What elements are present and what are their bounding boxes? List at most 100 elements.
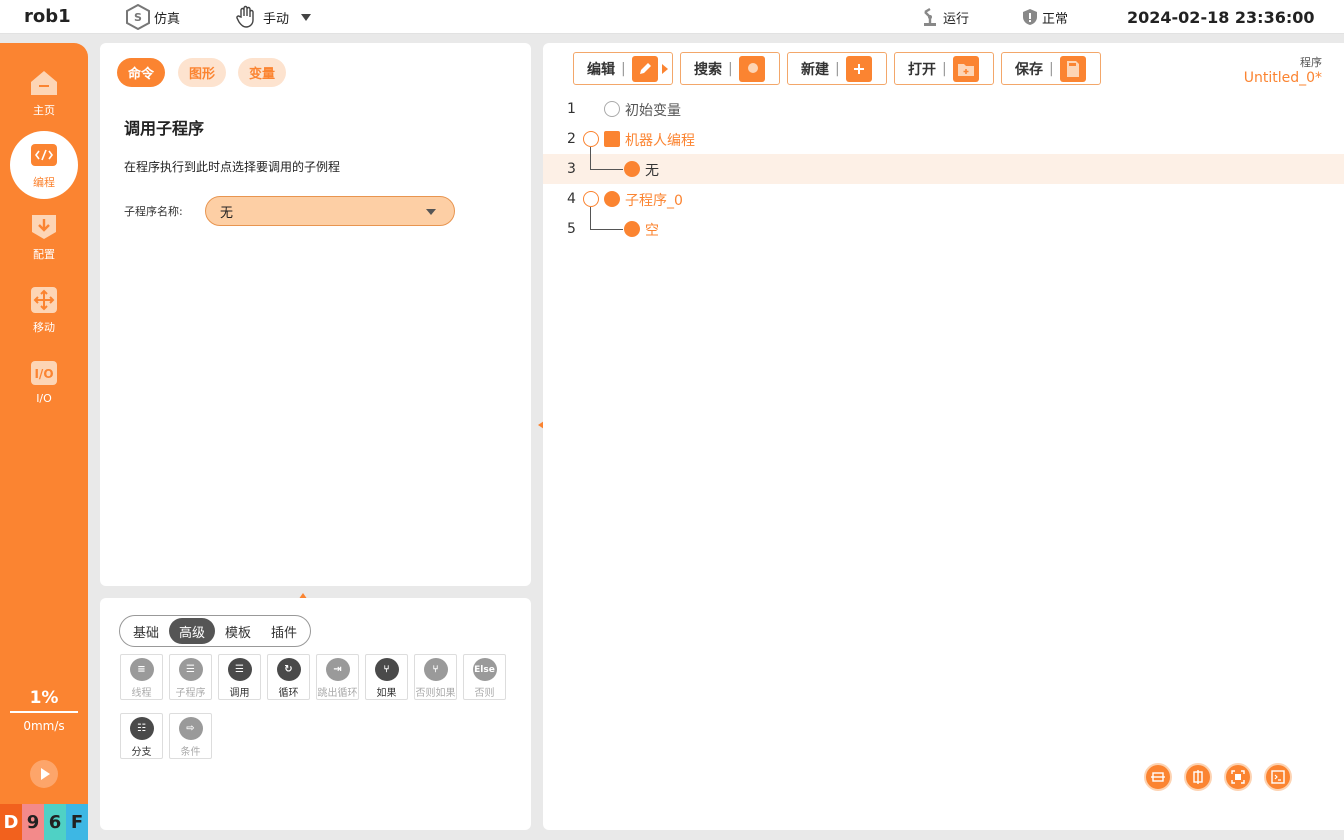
program-name: Untitled_0* xyxy=(1243,70,1322,86)
search-button[interactable]: 搜索 | xyxy=(680,52,780,85)
tool-label: 调用 xyxy=(229,688,250,699)
fullscreen-button[interactable] xyxy=(1224,763,1252,791)
segment-plugin[interactable]: 插件 xyxy=(261,618,307,644)
collapse-icon[interactable] xyxy=(583,191,599,207)
status-badge: 9 xyxy=(22,804,44,840)
edit-button[interactable]: 编辑 | xyxy=(573,52,673,85)
line-text: 机器人编程 xyxy=(625,133,695,149)
if-icon: ⑂ xyxy=(374,658,399,681)
chevron-down-icon xyxy=(426,209,436,215)
tool-label: 循环 xyxy=(278,688,299,699)
tool-else[interactable]: Else 否则 xyxy=(463,654,506,700)
sidebar-item-label: 配置 xyxy=(33,248,55,261)
status-badge: F xyxy=(66,804,88,840)
empty-node-icon xyxy=(624,221,640,237)
save-label: 保存 xyxy=(1015,61,1043,78)
tool-if[interactable]: ⑂ 如果 xyxy=(365,654,408,700)
status-badge: 6 xyxy=(44,804,66,840)
save-button[interactable]: 保存 | xyxy=(1001,52,1101,85)
break-loop-icon: ⇥ xyxy=(325,658,350,681)
console-button[interactable] xyxy=(1264,763,1292,791)
manual-mode-dropdown[interactable]: 手动 xyxy=(235,0,312,34)
tool-switch[interactable]: ☷ 分支 xyxy=(120,713,163,759)
sidebar-item-label: 编程 xyxy=(33,176,55,189)
tree-connector xyxy=(590,147,591,169)
sidebar-item-programming[interactable]: 编程 xyxy=(10,131,78,199)
play-button[interactable] xyxy=(30,760,58,788)
search-icon xyxy=(738,55,765,82)
sidebar-item-label: 主页 xyxy=(33,104,55,117)
line-number: 1 xyxy=(567,101,576,117)
tab-graphics[interactable]: 图形 xyxy=(178,58,227,87)
sidebar-item-move[interactable]: 移动 xyxy=(10,276,78,344)
terminal-icon xyxy=(1271,770,1285,784)
program-line[interactable]: 4 子程序_0 xyxy=(543,184,1344,214)
segment-basic[interactable]: 基础 xyxy=(123,618,169,644)
speed-mms: 0mm/s xyxy=(23,719,65,733)
subprogram-select[interactable]: 无 xyxy=(205,196,455,226)
call-icon: ☰ xyxy=(227,658,252,681)
tool-label: 条件 xyxy=(180,747,201,758)
new-button[interactable]: 新建 | xyxy=(787,52,887,85)
tool-call[interactable]: ☰ 调用 xyxy=(218,654,261,700)
line-text: 初始变量 xyxy=(625,103,681,119)
tree-connector xyxy=(590,229,623,230)
line-number: 4 xyxy=(567,191,576,207)
fullscreen-icon xyxy=(1231,770,1245,784)
tool-loop[interactable]: ↻ 循环 xyxy=(267,654,310,700)
new-label: 新建 xyxy=(801,61,829,78)
command-title: 调用子程序 xyxy=(124,119,205,138)
tool-label: 否则如果 xyxy=(415,688,456,699)
tool-case[interactable]: ⇨ 条件 xyxy=(169,713,212,759)
config-icon xyxy=(32,215,56,239)
home-icon xyxy=(31,71,57,95)
tab-command[interactable]: 命令 xyxy=(117,58,166,87)
program-line[interactable]: 3 无 xyxy=(543,154,1344,184)
variable-icon xyxy=(604,101,620,117)
line-number: 2 xyxy=(567,131,576,147)
status-badge: D xyxy=(0,804,22,840)
expand-tree-button[interactable] xyxy=(1144,763,1172,791)
tool-break-loop[interactable]: ⇥ 跳出循环 xyxy=(316,654,359,700)
code-icon xyxy=(31,144,57,166)
thread-icon: ≡ xyxy=(129,658,154,681)
svg-text:I/O: I/O xyxy=(34,367,53,381)
simulation-mode[interactable]: S 仿真 xyxy=(126,0,180,34)
folder-icon xyxy=(952,55,979,82)
play-small-icon xyxy=(661,63,668,74)
segment-advanced[interactable]: 高级 xyxy=(169,618,216,644)
tool-else-if[interactable]: ⑂ 否则如果 xyxy=(414,654,457,700)
chevron-down-icon xyxy=(301,13,312,21)
collapse-icon[interactable] xyxy=(583,131,599,147)
simulation-label: 仿真 xyxy=(154,11,181,27)
subprogram-name-label: 子程序名称: xyxy=(124,205,183,218)
sidebar-item-config[interactable]: 配置 xyxy=(10,203,78,271)
command-panel: 命令 图形 变量 调用子程序 在程序执行到此时点选择要调用的子例程 子程序名称:… xyxy=(100,43,531,586)
speed-percent: 1% xyxy=(29,688,59,708)
program-line[interactable]: 5 空 xyxy=(543,214,1344,244)
program-line[interactable]: 1 初始变量 xyxy=(543,94,1344,124)
tree-connector xyxy=(590,169,623,170)
plus-icon xyxy=(845,55,872,82)
collapse-tree-button[interactable] xyxy=(1184,763,1212,791)
tab-variables[interactable]: 变量 xyxy=(238,58,287,87)
shield-icon xyxy=(1023,9,1037,25)
loop-icon: ↻ xyxy=(276,658,301,681)
subprogram-icon: ☰ xyxy=(178,658,203,681)
sidebar-item-io[interactable]: I/O I/O xyxy=(10,347,78,415)
line-number: 3 xyxy=(567,161,576,177)
case-icon: ⇨ xyxy=(178,717,203,740)
tool-thread[interactable]: ≡ 线程 xyxy=(120,654,163,700)
datetime: 2024-02-18 23:36:00 xyxy=(1127,7,1315,27)
call-node-icon xyxy=(624,161,640,177)
segment-template[interactable]: 模板 xyxy=(215,618,261,644)
sidebar-item-home[interactable]: 主页 xyxy=(10,59,78,127)
tool-subprogram[interactable]: ☰ 子程序 xyxy=(169,654,212,700)
program-panel: 编辑 | 搜索 | 新建 | 打开 | 保存 | 程序 Untitled_0* 1 初始变… xyxy=(543,43,1344,830)
tool-label: 分支 xyxy=(131,747,152,758)
save-icon xyxy=(1059,55,1086,82)
hand-icon xyxy=(236,5,254,28)
open-button[interactable]: 打开 | xyxy=(894,52,994,85)
program-line[interactable]: 2 机器人编程 xyxy=(543,124,1344,154)
robot-name: rob1 xyxy=(24,6,71,27)
